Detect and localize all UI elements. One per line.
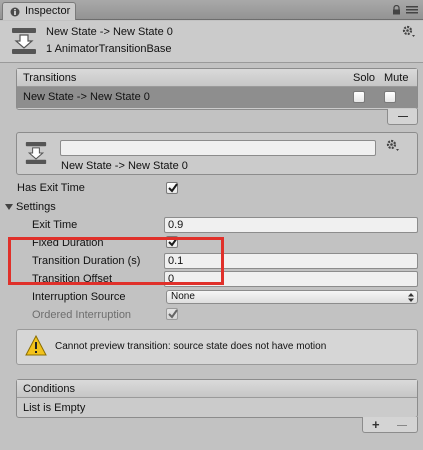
- warning-text: Cannot preview transition: source state …: [55, 341, 327, 352]
- transition-offset-field[interactable]: 0: [164, 271, 418, 287]
- transitions-remove-button[interactable]: —: [387, 109, 418, 125]
- transition-icon: [12, 28, 36, 54]
- header-subtitle: 1 AnimatorTransitionBase: [46, 43, 172, 55]
- interruption-source-value: None: [171, 291, 195, 302]
- fixed-duration-label: Fixed Duration: [32, 237, 104, 249]
- has-exit-time-checkbox[interactable]: [166, 182, 178, 194]
- solo-column-header: Solo: [353, 72, 376, 84]
- transitions-column-header: Transitions: [23, 72, 77, 84]
- ordered-interruption-label: Ordered Interruption: [32, 309, 132, 321]
- header-title: New State -> New State 0: [46, 26, 173, 38]
- transition-icon: [25, 142, 47, 164]
- transition-row-name: New State -> New State 0: [23, 91, 150, 103]
- transitions-list: Transitions Solo Mute New State -> New S…: [16, 68, 418, 110]
- solo-checkbox[interactable]: [353, 91, 365, 103]
- interruption-source-label: Interruption Source: [32, 291, 126, 303]
- warning-icon: [25, 335, 47, 356]
- gear-icon[interactable]: [386, 139, 400, 152]
- exit-time-label: Exit Time: [32, 219, 78, 231]
- menu-icon[interactable]: [406, 6, 418, 14]
- checkmark-icon: [168, 309, 178, 319]
- checkmark-icon: [168, 237, 178, 247]
- inspector-content: Transitions Solo Mute New State -> New S…: [0, 63, 423, 450]
- has-exit-time-label: Has Exit Time: [17, 182, 85, 194]
- info-icon: [10, 7, 20, 17]
- conditions-list: Conditions List is Empty: [16, 379, 418, 418]
- transition-subtitle: New State -> New State 0: [61, 160, 188, 172]
- warning-helpbox: Cannot preview transition: source state …: [16, 329, 418, 365]
- conditions-footer: + —: [362, 417, 418, 433]
- transition-row[interactable]: New State -> New State 0: [17, 87, 417, 108]
- inspector-header: New State -> New State 0 1 AnimatorTrans…: [0, 21, 423, 63]
- conditions-header: Conditions: [23, 383, 75, 395]
- mute-column-header: Mute: [384, 72, 409, 84]
- transition-header-box: New State -> New State 0: [16, 132, 418, 175]
- conditions-list-header: Conditions: [17, 380, 417, 398]
- tab-inspector[interactable]: Inspector: [2, 2, 76, 20]
- tab-label: Inspector: [25, 5, 71, 17]
- settings-foldout-label[interactable]: Settings: [16, 201, 56, 213]
- transitions-list-header: Transitions Solo Mute: [17, 69, 417, 87]
- exit-time-field[interactable]: 0.9: [164, 217, 418, 233]
- foldout-arrow-icon[interactable]: [5, 203, 13, 211]
- remove-condition-button[interactable]: —: [397, 419, 407, 432]
- transition-duration-field[interactable]: 0.1: [164, 253, 418, 269]
- tab-bar: Inspector: [0, 0, 423, 20]
- fixed-duration-checkbox[interactable]: [166, 236, 178, 248]
- conditions-empty-text: List is Empty: [23, 402, 86, 414]
- interruption-source-dropdown[interactable]: None: [166, 290, 418, 304]
- mute-checkbox[interactable]: [384, 91, 396, 103]
- lock-icon[interactable]: [392, 5, 401, 15]
- dropdown-arrows-icon: [408, 293, 414, 302]
- transition-name-field[interactable]: [60, 140, 376, 156]
- ordered-interruption-checkbox[interactable]: [166, 308, 178, 320]
- add-condition-button[interactable]: +: [372, 418, 380, 431]
- gear-icon[interactable]: [402, 25, 416, 38]
- transition-offset-label: Transition Offset: [32, 273, 113, 285]
- transition-duration-label: Transition Duration (s): [32, 255, 141, 267]
- checkmark-icon: [168, 183, 178, 193]
